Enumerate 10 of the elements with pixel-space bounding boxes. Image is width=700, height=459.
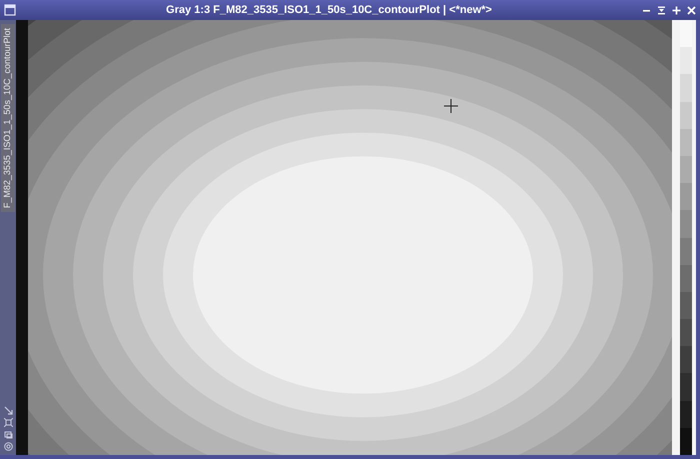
target-icon[interactable] [4,442,12,451]
arrow-icon[interactable] [4,406,12,415]
fit-icon[interactable] [4,418,12,427]
side-tab[interactable]: F_M82_3535_ISO1_1_50s_10C_contourPlot [1,24,15,212]
close-icon[interactable] [687,6,696,14]
window-icon[interactable] [4,430,12,439]
maximize-icon[interactable] [672,6,681,14]
window-title: Gray 1:3 F_M82_3535_ISO1_1_50s_10C_contourPlot | <*new*> [166,2,492,18]
shade-icon[interactable] [657,6,666,14]
window-menu-icon[interactable] [4,4,16,16]
